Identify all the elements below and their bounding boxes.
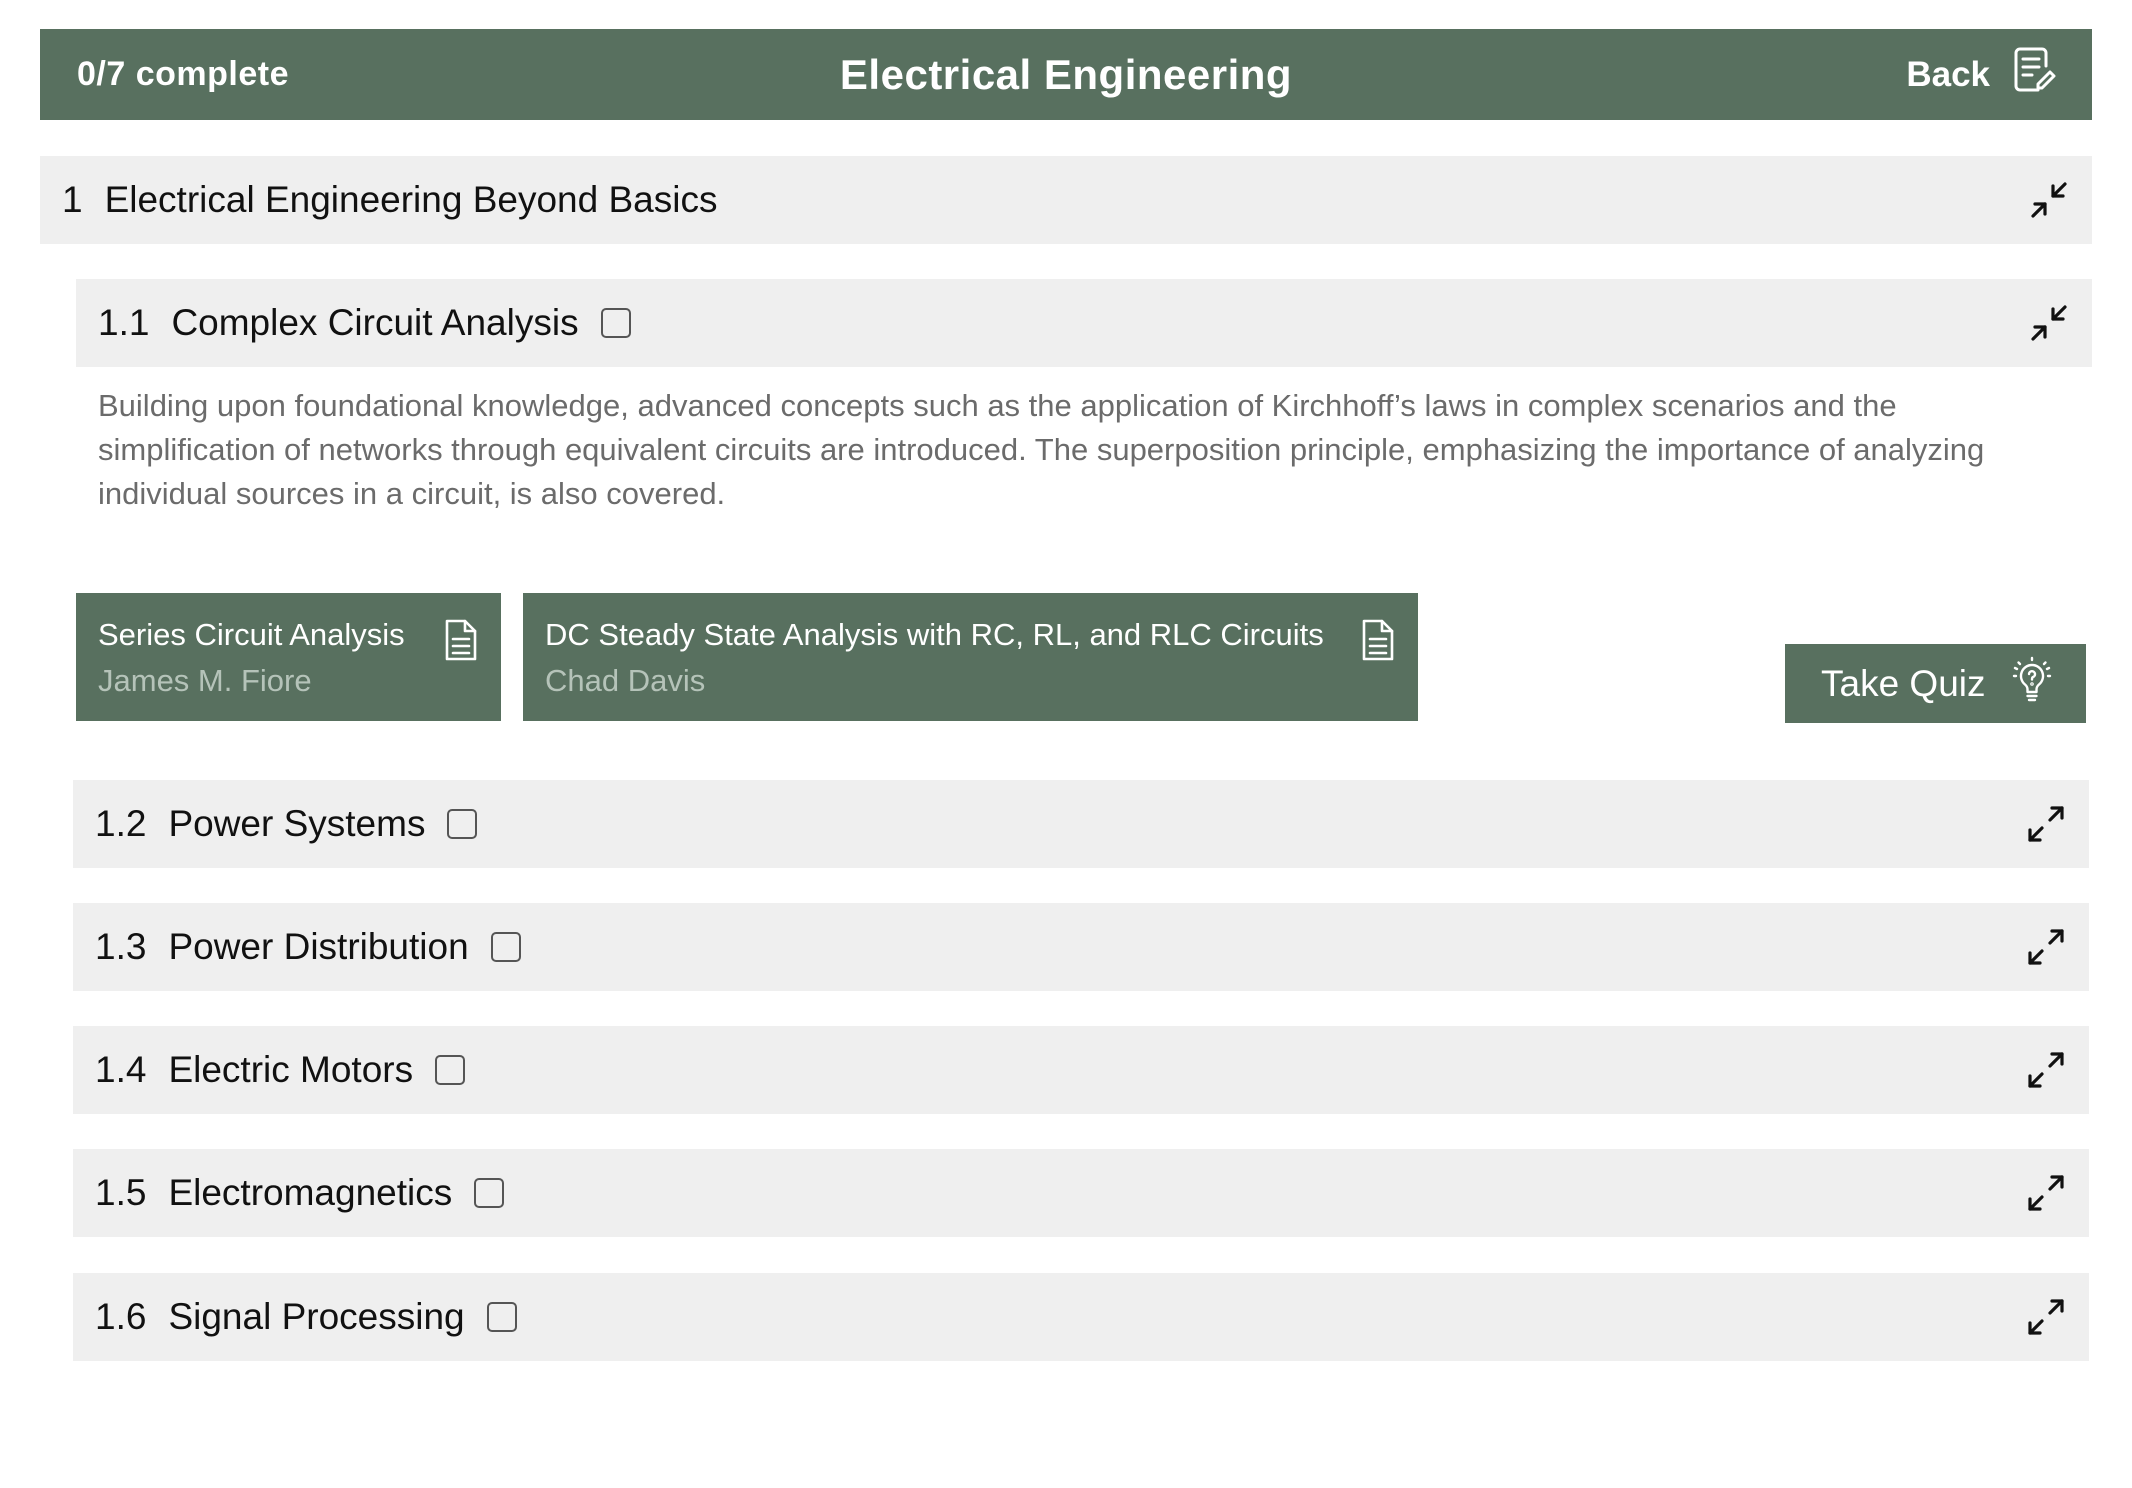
expand-icon[interactable] <box>2025 1296 2067 1338</box>
lesson-description: Building upon foundational knowledge, ad… <box>98 388 1985 511</box>
lesson-title: Signal Processing <box>168 1296 465 1337</box>
lightbulb-icon <box>1986 655 2056 712</box>
document-icon <box>1362 619 1394 661</box>
lesson-row[interactable]: 1.3 Power Distribution <box>73 903 2089 991</box>
notes-edit-icon <box>2012 46 2056 103</box>
lesson-number: 1.4 <box>95 1049 147 1090</box>
back-label: Back <box>1906 54 1990 94</box>
lesson-number: 1.1 <box>98 302 150 343</box>
document-icon <box>445 619 477 661</box>
header-bar: 0/7 complete Electrical Engineering Back <box>40 29 2092 120</box>
page-title: Electrical Engineering <box>839 50 1293 98</box>
resource-card[interactable]: Series Circuit Analysis James M. Fiore <box>76 593 501 721</box>
collapse-icon[interactable] <box>2028 302 2070 344</box>
take-quiz-label: Take Quiz <box>1821 662 1986 704</box>
collapse-icon[interactable] <box>2028 179 2070 221</box>
resource-title: Series Circuit Analysis <box>98 617 405 652</box>
lesson-complete-checkbox[interactable] <box>490 932 521 962</box>
lesson-row[interactable]: 1.6 Signal Processing <box>73 1273 2089 1361</box>
lesson-title: Electric Motors <box>168 1049 414 1090</box>
lesson-complete-checkbox[interactable] <box>486 1302 517 1332</box>
expand-icon[interactable] <box>2025 1172 2067 1214</box>
section-row[interactable]: 1 Electrical Engineering Beyond Basics <box>40 156 2092 244</box>
resource-author: James M. Fiore <box>98 663 312 698</box>
resource-title: DC Steady State Analysis with RC, RL, an… <box>545 617 1324 652</box>
lesson-row[interactable]: 1.2 Power Systems <box>73 780 2089 868</box>
lesson-complete-checkbox[interactable] <box>435 1055 466 1085</box>
lesson-title: Complex Circuit Analysis <box>171 302 579 343</box>
resource-author: Chad Davis <box>545 663 706 698</box>
lesson-number: 1.5 <box>95 1172 147 1213</box>
lesson-row[interactable]: 1.4 Electric Motors <box>73 1026 2089 1114</box>
lesson-complete-checkbox[interactable] <box>447 809 478 839</box>
expand-icon[interactable] <box>2025 803 2067 845</box>
expand-icon[interactable] <box>2025 926 2067 968</box>
lesson-row[interactable]: 1.1 Complex Circuit Analysis <box>76 279 2092 367</box>
back-button[interactable]: Back <box>1906 46 2056 103</box>
expand-icon[interactable] <box>2025 1049 2067 1091</box>
lesson-complete-checkbox[interactable] <box>474 1178 505 1208</box>
lesson-title: Power Systems <box>168 803 426 844</box>
lesson-row[interactable]: 1.5 Electromagnetics <box>73 1149 2089 1237</box>
lesson-complete-checkbox[interactable] <box>600 308 631 338</box>
section-title: Electrical Engineering Beyond Basics <box>104 179 718 220</box>
take-quiz-button[interactable]: Take Quiz <box>1785 644 2086 723</box>
lesson-number: 1.3 <box>95 926 147 967</box>
section-number: 1 <box>62 179 83 220</box>
lesson-title: Electromagnetics <box>168 1172 453 1213</box>
lesson-title: Power Distribution <box>168 926 469 967</box>
resource-card[interactable]: DC Steady State Analysis with RC, RL, an… <box>523 593 1418 721</box>
lesson-number: 1.2 <box>95 803 147 844</box>
lesson-number: 1.6 <box>95 1296 147 1337</box>
progress-label: 0/7 complete <box>77 55 289 93</box>
